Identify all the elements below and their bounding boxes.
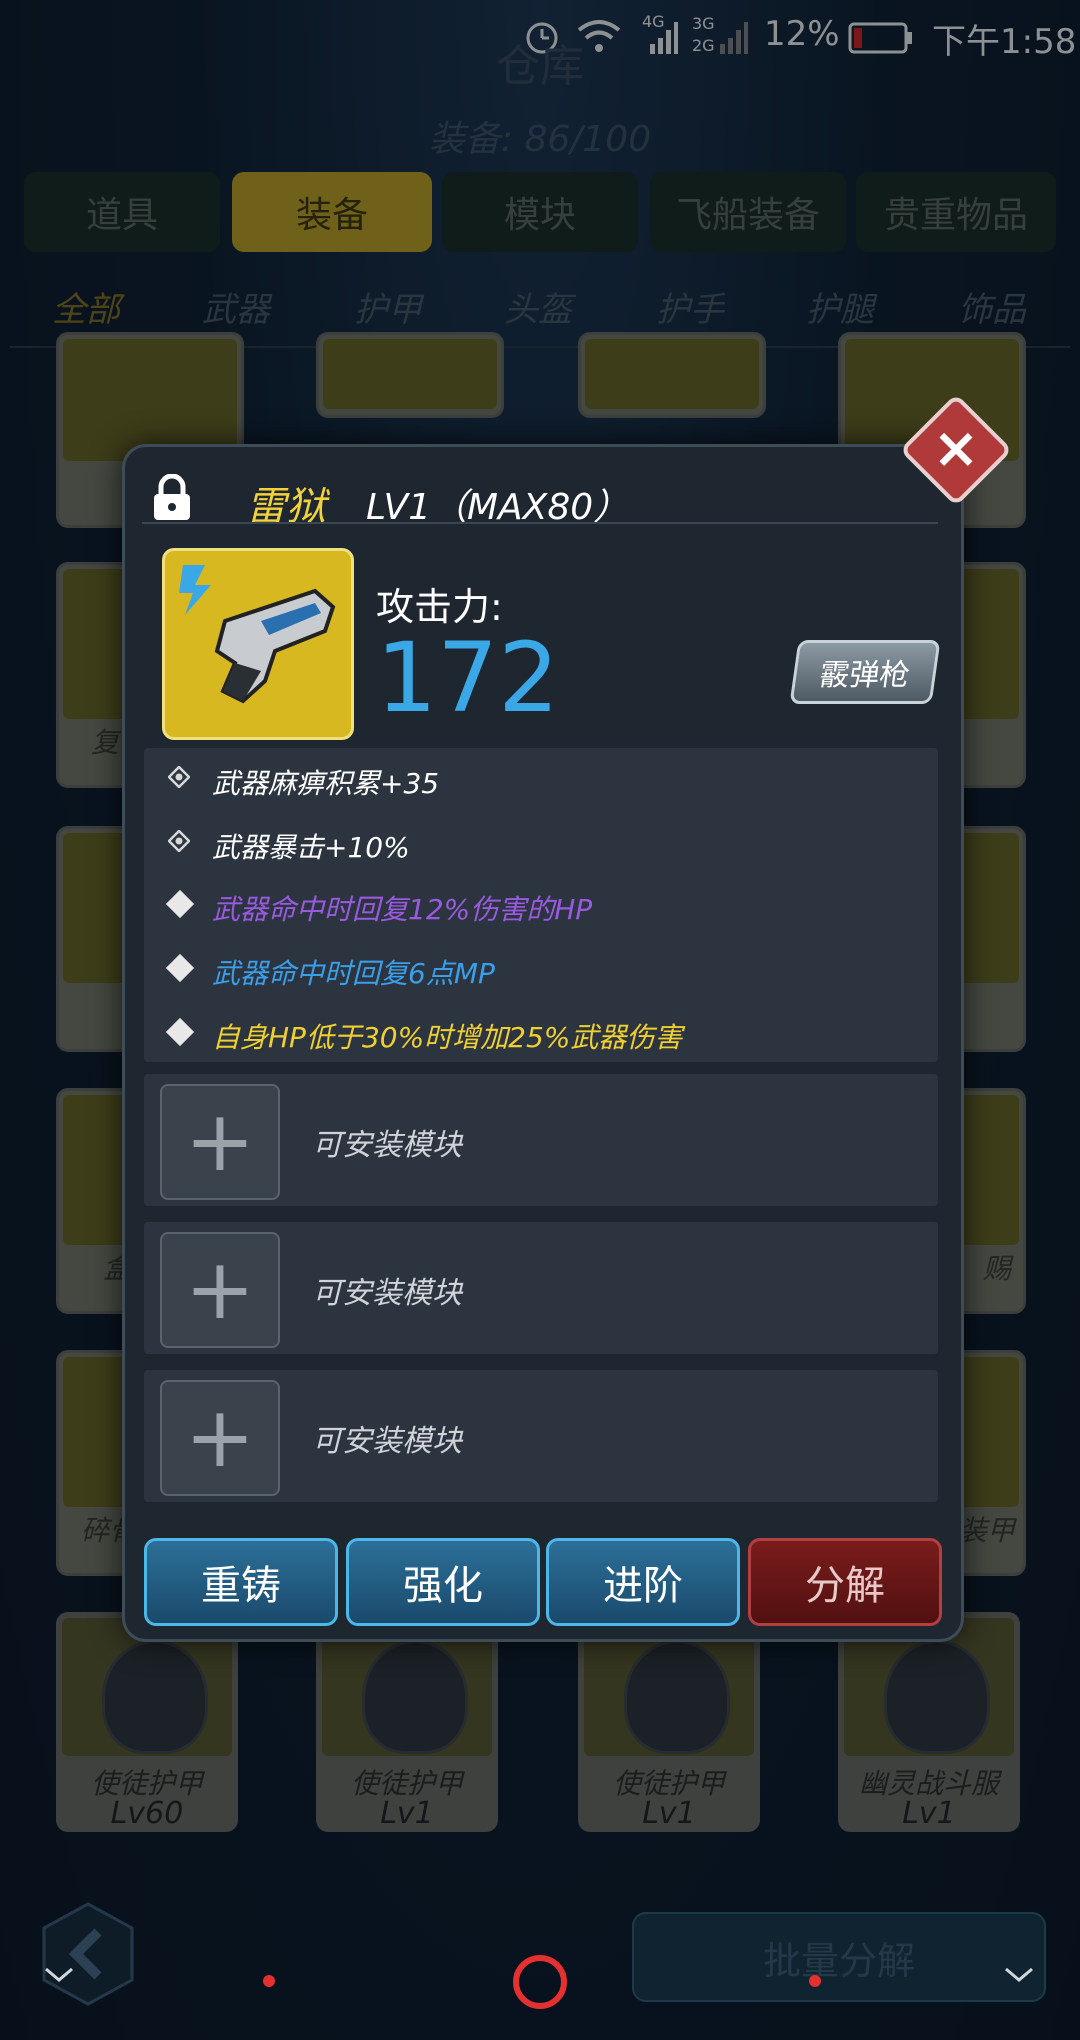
dot-indicator-icon xyxy=(263,1975,275,1987)
home-circle-icon[interactable] xyxy=(510,1952,570,2012)
chevron-down-icon[interactable] xyxy=(44,1966,74,1984)
gear-diamond-icon xyxy=(168,830,190,852)
module-slot-label: 可安装模块 xyxy=(312,1424,462,1459)
diamond-icon xyxy=(165,1017,195,1047)
stat-line: 武器命中时回复12%伤害的HP xyxy=(212,893,593,926)
plus-icon: + xyxy=(184,1092,256,1190)
diamond-icon xyxy=(165,953,195,983)
header-divider xyxy=(142,522,938,524)
stat-line: 自身HP低于30%时增加25%武器伤害 xyxy=(212,1021,683,1054)
diamond-icon xyxy=(165,889,195,919)
attack-value: 172 xyxy=(376,622,560,734)
reforge-button[interactable]: 重铸 xyxy=(144,1538,338,1626)
add-module-button[interactable]: + xyxy=(160,1084,280,1200)
gear-diamond-icon xyxy=(168,766,190,788)
close-icon: × xyxy=(932,416,980,481)
back-button[interactable] xyxy=(40,1902,136,2006)
add-module-button[interactable]: + xyxy=(160,1380,280,1496)
stat-line: 武器麻痹积累+35 xyxy=(212,767,440,800)
module-slot-label: 可安装模块 xyxy=(312,1128,462,1163)
enhance-button[interactable]: 强化 xyxy=(346,1538,540,1626)
shotgun-icon xyxy=(179,565,336,704)
plus-icon: + xyxy=(184,1388,256,1486)
plus-icon: + xyxy=(184,1240,256,1338)
stat-line: 武器命中时回复6点MP xyxy=(212,957,495,990)
batch-decompose-button[interactable]: 批量分解 xyxy=(632,1912,1046,2002)
module-slot[interactable]: + 可安装模块 xyxy=(144,1074,938,1206)
advance-button[interactable]: 进阶 xyxy=(546,1538,740,1626)
stats-panel: 武器麻痹积累+35 武器暴击+10% 武器命中时回复12%伤害的HP 武器命中时… xyxy=(144,748,938,1062)
module-slot[interactable]: + 可安装模块 xyxy=(144,1370,938,1502)
decompose-button[interactable]: 分解 xyxy=(748,1538,942,1626)
module-slot-label: 可安装模块 xyxy=(312,1276,462,1311)
module-slot[interactable]: + 可安装模块 xyxy=(144,1222,938,1354)
item-icon xyxy=(162,548,354,740)
dot-indicator-icon xyxy=(809,1975,821,1987)
chevron-down-icon[interactable] xyxy=(1004,1966,1034,1984)
stat-line: 武器暴击+10% xyxy=(212,831,410,864)
add-module-button[interactable]: + xyxy=(160,1232,280,1348)
lock-icon[interactable] xyxy=(152,474,192,522)
weapon-type-badge: 霰弹枪 xyxy=(789,640,941,704)
